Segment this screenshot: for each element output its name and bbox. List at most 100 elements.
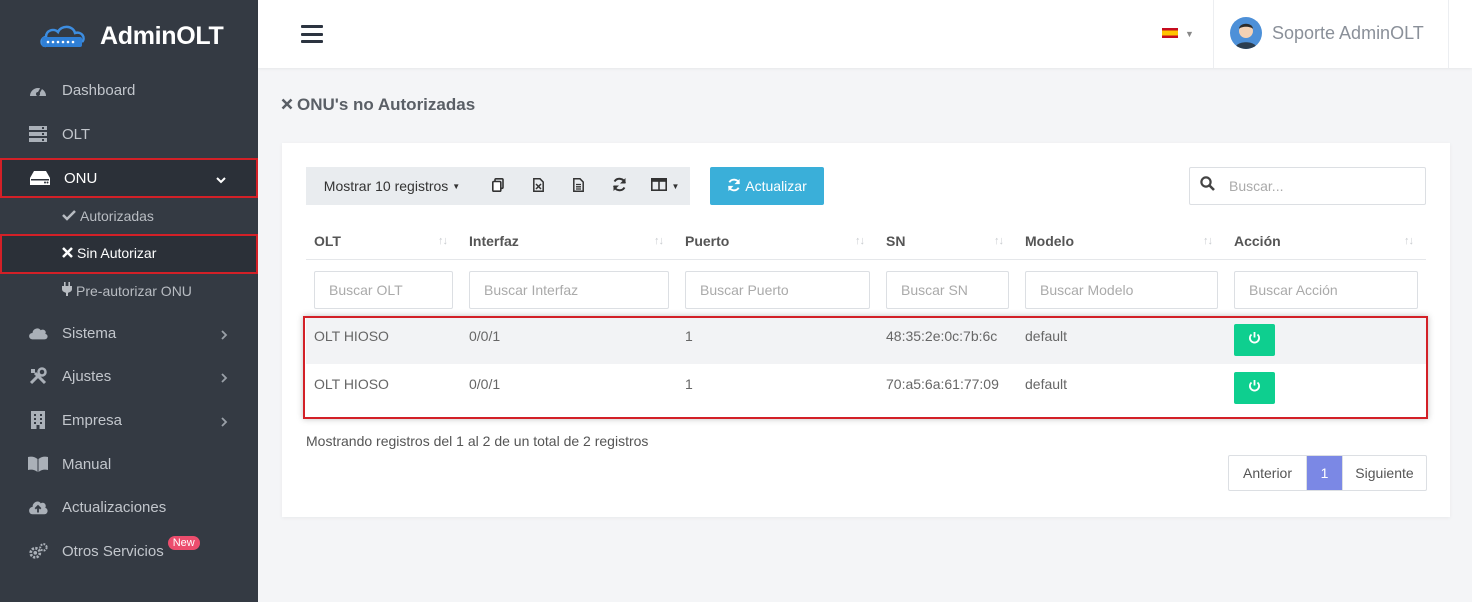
sidebar-item-label: Ajustes [62,367,112,385]
file-excel-icon [532,177,544,195]
column-header-sn[interactable]: SN [886,233,905,249]
tools-icon [28,367,48,385]
sidebar: AdminOLT Dashboard OLT ONU Autorizadas S… [0,0,258,602]
csv-button[interactable] [558,167,598,205]
cell-puerto: 1 [685,328,693,344]
sort-icon[interactable]: ↑↓ [994,235,1004,247]
user-name[interactable]: Soporte AdminOLT [1272,23,1424,44]
avatar[interactable] [1230,17,1262,49]
sidebar-item-label: ONU [64,169,98,187]
table-row: OLT HIOSO 0/0/1 1 48:35:2e:0c:7b:6c defa… [306,316,1426,364]
cell-modelo: default [1025,328,1068,344]
sidebar-item-empresa[interactable]: Empresa [0,398,258,442]
divider [1448,0,1449,68]
authorize-button[interactable] [1234,324,1275,356]
filter-sn-input[interactable] [886,271,1009,309]
server-icon [28,125,48,143]
show-records-dropdown[interactable]: Mostrar 10 registros ▼ [306,167,478,205]
pagination-page-button[interactable]: 1 [1307,456,1342,490]
times-icon [62,245,73,261]
cell-puerto: 1 [685,376,693,392]
table-info: Mostrando registros del 1 al 2 de un tot… [306,433,649,449]
cell-sn: 48:35:2e:0c:7b:6c [886,328,998,344]
column-header-interfaz[interactable]: Interfaz [469,233,519,249]
sidebar-item-olt[interactable]: OLT [0,112,258,156]
refresh-icon [612,177,627,195]
sidebar-item-label: Manual [62,455,112,473]
hdd-icon [30,169,50,187]
search-input[interactable] [1229,178,1409,194]
table-toolbar: Mostrar 10 registros ▼ ▼ [306,167,690,205]
sidebar-subitem-autorizadas[interactable]: Autorizadas [62,208,154,224]
filter-modelo-input[interactable] [1025,271,1218,309]
caret-down-icon[interactable]: ▼ [1185,29,1194,39]
search-icon [1200,176,1215,196]
sidebar-item-sistema[interactable]: Sistema [0,311,258,355]
search-box [1189,167,1426,205]
brand-logo-icon [40,25,85,48]
sidebar-item-actualizaciones[interactable]: Actualizaciones [0,485,258,529]
brand[interactable]: AdminOLT [0,0,258,72]
sidebar-subitem-label: Pre-autorizar ONU [76,282,192,299]
filter-interfaz-input[interactable] [469,271,669,309]
show-records-label: Mostrar 10 registros [323,178,449,194]
filter-accion-input[interactable] [1234,271,1418,309]
copy-button[interactable] [478,167,518,205]
column-header-accion[interactable]: Acción [1234,233,1281,249]
sidebar-item-label: Sistema [62,324,117,342]
onu-table-card: Mostrar 10 registros ▼ ▼ Actualizar OLT … [282,143,1450,517]
building-icon [28,411,48,429]
sidebar-item-otros-servicios[interactable]: Otros Servicios New [0,529,258,573]
sidebar-subitem-label: Autorizadas [80,208,154,224]
column-header-olt[interactable]: OLT [314,233,341,249]
sidebar-item-dashboard[interactable]: Dashboard [0,68,258,112]
copy-icon [492,177,504,195]
reload-button[interactable] [598,167,640,205]
column-header-modelo[interactable]: Modelo [1025,233,1074,249]
divider [1213,0,1214,68]
sort-icon[interactable]: ↑↓ [1404,235,1414,247]
sort-icon[interactable]: ↑↓ [1203,235,1213,247]
columns-visibility-button[interactable]: ▼ [640,167,690,205]
caret-down-icon: ▼ [671,181,680,191]
pagination: Anterior 1 Siguiente [1228,455,1427,491]
spain-flag-icon[interactable] [1162,28,1178,38]
sidebar-item-onu[interactable]: ONU [0,158,258,198]
chevron-right-icon [220,414,228,430]
cell-interfaz: 0/0/1 [469,376,501,392]
column-header-puerto[interactable]: Puerto [685,233,729,249]
sidebar-item-ajustes[interactable]: Ajustes [0,354,258,398]
excel-button[interactable] [518,167,558,205]
sort-icon[interactable]: ↑↓ [855,235,865,247]
cell-olt: OLT HIOSO [314,328,389,344]
sidebar-subitem-pre-autorizar[interactable]: Pre-autorizar ONU [62,282,192,299]
sidebar-item-label: Empresa [62,411,123,429]
chevron-right-icon [220,370,228,386]
power-icon [1248,379,1261,397]
sidebar-subitem-sin-autorizar[interactable]: Sin Autorizar [62,245,156,261]
cell-olt: OLT HIOSO [314,376,389,392]
pagination-prev-button[interactable]: Anterior [1229,456,1307,490]
sort-icon[interactable]: ↑↓ [438,235,448,247]
columns-icon [650,178,667,194]
update-button[interactable]: Actualizar [710,167,824,205]
sidebar-item-label: Actualizaciones [62,498,167,516]
sidebar-item-label: Dashboard [62,81,136,99]
table-row: OLT HIOSO 0/0/1 1 70:a5:6a:61:77:09 defa… [306,364,1426,412]
sidebar-item-manual[interactable]: Manual [0,442,258,486]
authorize-button[interactable] [1234,372,1275,404]
book-icon [28,455,48,473]
page-title: ONU's no Autorizadas [281,95,475,115]
filter-puerto-input[interactable] [685,271,870,309]
chevron-right-icon [220,327,228,343]
pagination-next-button[interactable]: Siguiente [1342,456,1426,490]
refresh-icon [727,178,741,195]
filter-olt-input[interactable] [314,271,453,309]
cell-sn: 70:a5:6a:61:77:09 [886,376,999,392]
cell-modelo: default [1025,376,1068,392]
menu-toggle-icon[interactable] [301,25,323,43]
sort-icon[interactable]: ↑↓ [654,235,664,247]
times-icon [281,95,293,115]
cell-interfaz: 0/0/1 [469,328,501,344]
brand-name: AdminOLT [100,21,224,50]
